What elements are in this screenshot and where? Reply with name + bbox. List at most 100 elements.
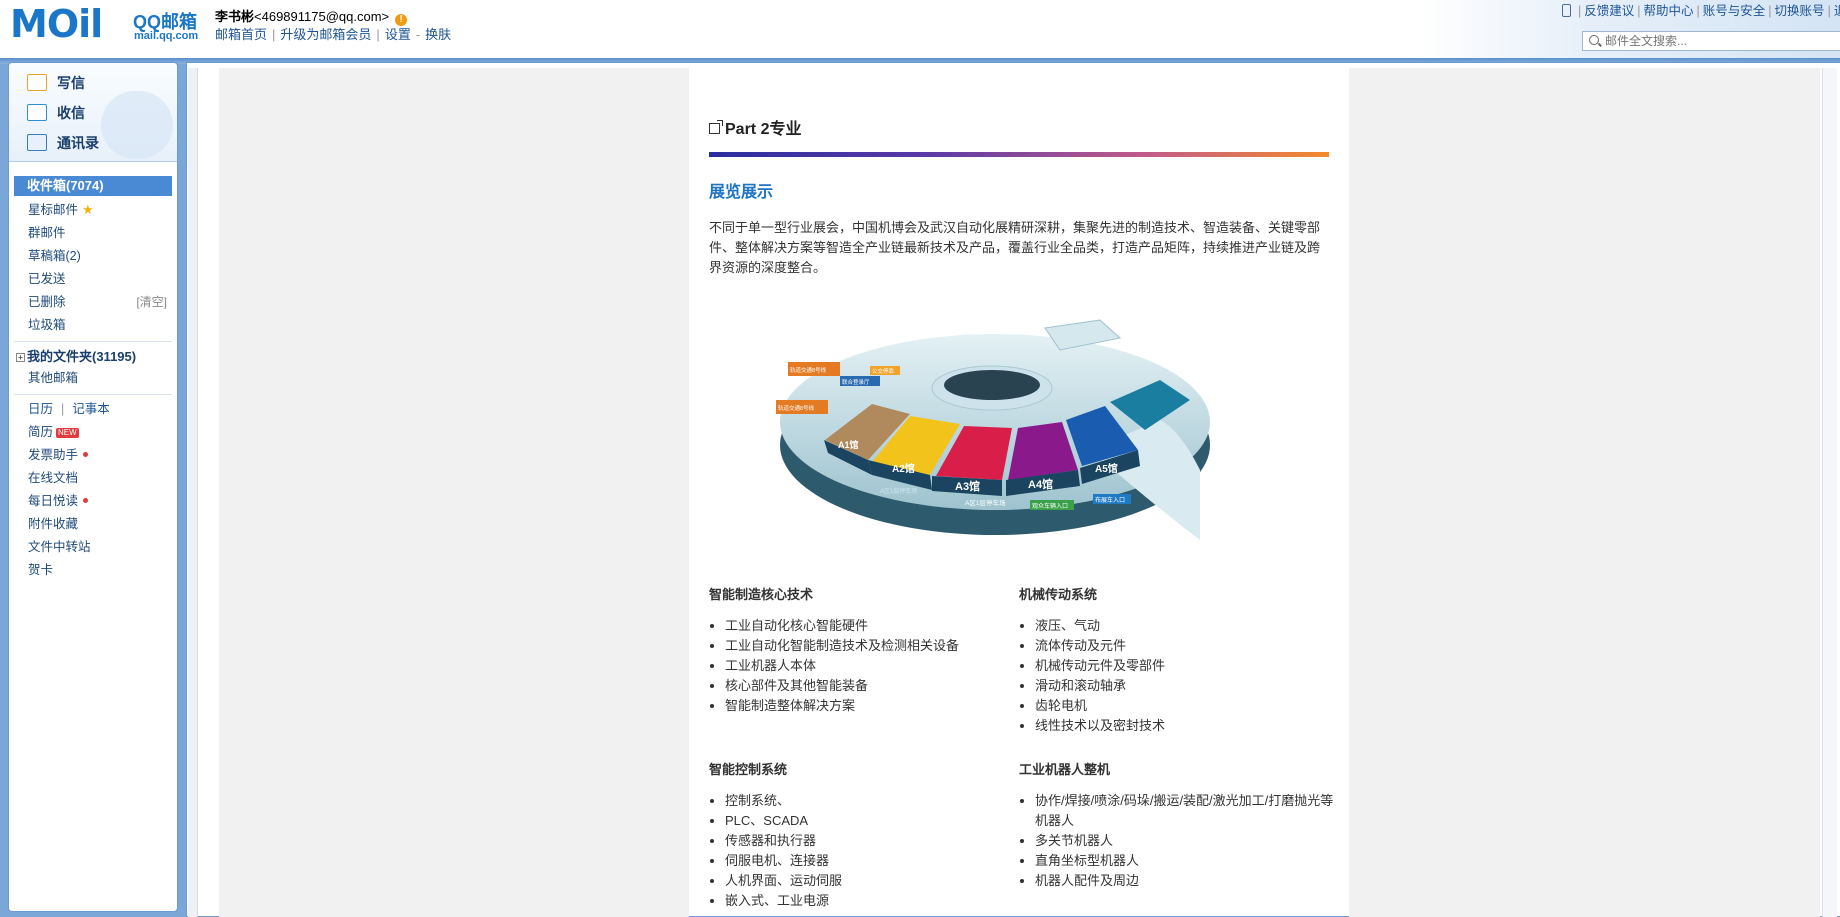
sidebar-item-starred[interactable]: 星标邮件 ★ [28,201,94,219]
link-switch-account[interactable]: 切换账号 [1775,4,1825,18]
list-item: 工业机器人本体 [725,656,1015,676]
link-help-center[interactable]: 帮助中心 [1644,4,1694,18]
contacts-label: 通讯录 [57,135,99,151]
link-separator: | [1827,4,1831,18]
expand-icon[interactable]: + [16,353,25,362]
list-item: 齿轮电机 [1035,696,1335,716]
list-item: 直角坐标型机器人 [1035,851,1335,871]
link-separator: | [1637,4,1641,18]
parking-label: A区1层停车场 [965,498,1006,507]
sidebar-item-file-transfer[interactable]: 文件中转站 [28,538,91,556]
list-item: 流体传动及元件 [1035,636,1335,656]
search-icon [1589,35,1599,45]
sidebar-item-inbox[interactable]: 收件箱(7074) [14,176,172,196]
bus-stop-label: 公交停靠 [872,367,895,375]
nav-separator: - [415,27,421,42]
download-icon [27,104,47,121]
list-item: 人机界面、运动伺服 [725,871,1015,891]
list-item: 核心部件及其他智能装备 [725,676,1015,696]
sidebar-actions-panel: 写信 收信 通讯录 [9,63,177,162]
sidebar-item-calendar[interactable]: 日历 [28,402,53,416]
list-title-core-tech: 智能制造核心技术 [709,587,814,602]
control-list: 控制系统、 PLC、SCADA 传感器和执行器 伺服电机、连接器 人机界面、运动… [709,791,1015,911]
compose-button[interactable]: 写信 [27,72,85,94]
part-title-text: Part 2专业 [725,121,802,138]
top-header: MOil QQ邮箱 mail.qq.com 李书彬<469891175@qq.c… [0,0,1840,58]
sidebar-item-attachments[interactable]: 附件收藏 [28,515,78,533]
hall-a4-label: A4馆 [1028,477,1053,491]
list-item: 协作/焊接/喷涂/码垛/搬运/装配/激光加工/打磨抛光等机器人 [1035,791,1335,831]
link-logout[interactable]: 退 [1834,4,1840,18]
nav-settings[interactable]: 设置 [385,27,411,42]
part-title: Part 2专业 [709,115,801,139]
sidebar-item-invoice-assistant[interactable]: 发票助手 [28,446,89,464]
my-folders-label: 我的文件夹(31195) [27,349,137,364]
sidebar-item-drafts[interactable]: 草稿箱(2) [28,247,81,265]
sidebar-item-my-folders[interactable]: + 我的文件夹(31195) [16,346,136,365]
list-item: 伺服电机、连接器 [725,851,1015,871]
list-title-control: 智能控制系统 [709,762,788,777]
lobby-label: 联合登录厅 [842,378,870,386]
list-item: 嵌入式、工业电源 [725,891,1015,911]
list-item: 液压、气动 [1035,616,1335,636]
user-email: <469891175@qq.com> [254,9,390,24]
daily-reading-label: 每日悦读 [28,494,79,508]
left-sidebar: 写信 收信 通讯录 收件箱(7074) 星标邮件 ★ 群邮件 草稿箱(2) 已发送… [8,62,178,912]
nav-separator: | [272,27,276,42]
list-item: PLC、SCADA [725,811,1015,831]
nav-change-skin[interactable]: 换肤 [425,27,451,42]
qq-mail-logo[interactable]: MOil QQ邮箱 mail.qq.com [10,4,200,44]
sidebar-item-greeting-cards[interactable]: 贺卡 [28,561,53,579]
nav-mail-home[interactable]: 邮箱首页 [215,27,267,42]
list-item: 多关节机器人 [1035,831,1335,851]
contacts-button[interactable]: 通讯录 [27,132,99,154]
gradient-divider [709,152,1329,157]
sidebar-divider [14,394,172,395]
sidebar-calendar-notes: 日历 | 记事本 [28,400,110,418]
vertical-scrollbar[interactable] [1822,68,1837,917]
clear-trash-link[interactable]: [清空] [136,293,167,311]
link-feedback[interactable]: 反馈建议 [1584,4,1634,18]
search-input[interactable] [1605,33,1835,49]
list-item: 滑动和滚动轴承 [1035,676,1335,696]
list-item: 机器人配件及周边 [1035,871,1335,891]
sidebar-item-notes[interactable]: 记事本 [72,402,110,416]
list-title-transmission: 机械传动系统 [1019,587,1098,602]
receive-label: 收信 [57,105,85,121]
nav-upgrade-member[interactable]: 升级为邮箱会员 [280,27,371,42]
mobile-icon[interactable] [1562,4,1571,17]
receive-button[interactable]: 收信 [27,102,85,124]
logo-mark: MOil [10,2,103,46]
link-separator: | [1578,4,1582,18]
sidebar-item-spam[interactable]: 垃圾箱 [28,316,66,334]
star-icon: ★ [82,202,94,217]
sidebar-item-deleted[interactable]: 已删除 [28,293,66,311]
metro-label: 轨道交通8号线 [778,404,815,412]
list-item: 传感器和执行器 [725,831,1015,851]
hall-a1-label: A1馆 [838,439,859,450]
starred-label: 星标邮件 [28,203,79,217]
list-item: 机械传动元件及零部件 [1035,656,1335,676]
sidebar-item-daily-reading[interactable]: 每日悦读 [28,492,89,510]
intro-paragraph: 不同于单一型行业展会，中国机博会及武汉自动化展精研深耕，集聚先进的制造技术、智造… [709,220,1321,275]
transmission-list: 液压、气动 流体传动及元件 机械传动元件及零部件 滑动和滚动轴承 齿轮电机 线性… [1019,616,1335,736]
sidebar-item-resume[interactable]: 简历 NEW [28,423,79,441]
sidebar-item-sent[interactable]: 已发送 [28,270,66,288]
sidebar-item-online-docs[interactable]: 在线文档 [28,469,78,487]
hall-a2-label: A2馆 [892,462,915,475]
sidebar-item-other-mail[interactable]: 其他邮箱 [28,369,78,387]
list-title-robots: 工业机器人整机 [1019,762,1111,777]
vehicle-entrance-label: 观众车辆入口 [1032,502,1068,510]
sidebar-item-group-mail[interactable]: 群邮件 [28,224,66,242]
map-center-pit [944,370,1040,400]
link-account-security[interactable]: 账号与安全 [1703,4,1766,18]
logo-domain: mail.qq.com [134,30,199,42]
metro-label: 轨道交通8号线 [790,366,827,374]
list-item: 线性技术以及密封技术 [1035,716,1335,736]
mail-search-box[interactable] [1582,31,1840,51]
header-nav: 邮箱首页 | 升级为邮箱会员 | 设置 - 换肤 [215,24,451,43]
penguin-decoration [101,91,173,159]
hall-a3-label: A3馆 [955,479,980,493]
section-heading: 展览展示 [709,184,774,201]
invoice-label: 发票助手 [28,448,79,462]
